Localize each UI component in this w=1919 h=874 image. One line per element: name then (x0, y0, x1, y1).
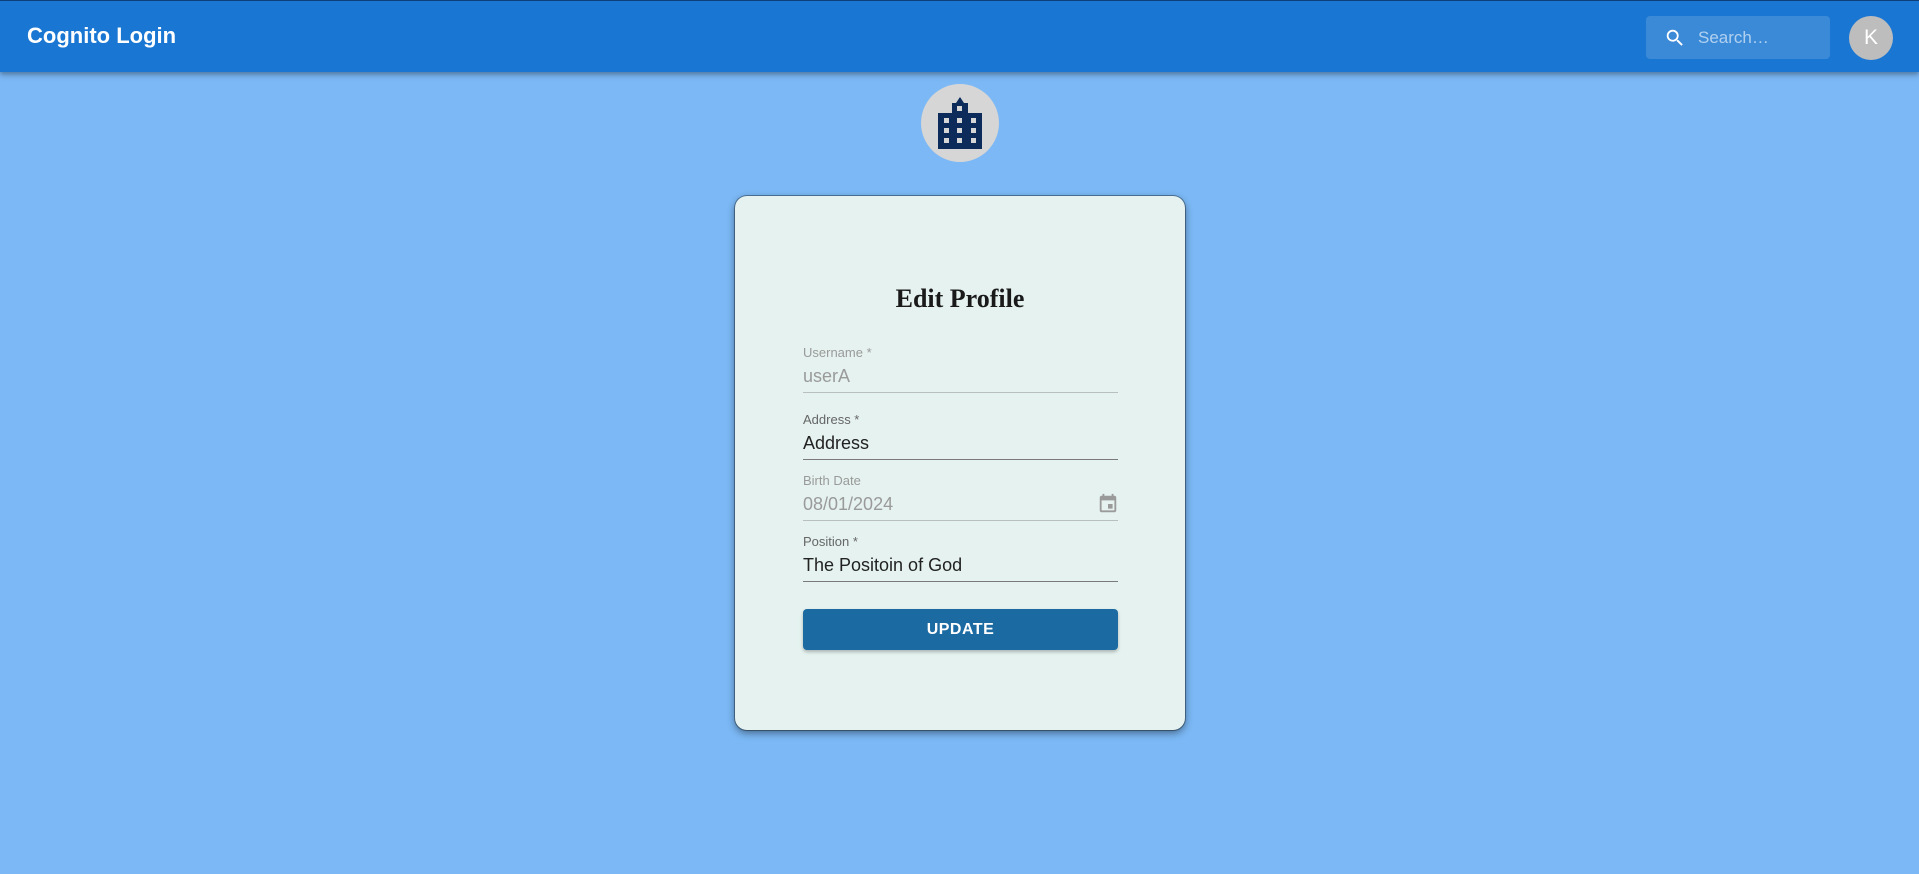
avatar[interactable]: K (1849, 16, 1893, 60)
logo-avatar (921, 84, 999, 162)
app-title: Cognito Login (27, 23, 177, 48)
search-input[interactable] (1698, 16, 1822, 59)
underline (803, 520, 1118, 521)
birth-date-input[interactable]: 08/01/2024 (803, 493, 1083, 515)
building-icon (938, 97, 982, 149)
update-button[interactable]: UPDATE (803, 609, 1118, 650)
form-title: Edit Profile (895, 284, 1025, 313)
underline (803, 581, 1118, 582)
address-label: Address * (803, 412, 860, 427)
search-icon (1666, 29, 1683, 46)
underline (803, 392, 1118, 393)
app-bar: Cognito Login K (0, 0, 1919, 72)
edit-profile-card: Edit Profile Username * userA Address * … (735, 196, 1185, 730)
calendar-icon[interactable] (1097, 493, 1119, 515)
username-label: Username * (803, 345, 872, 360)
search-box[interactable] (1646, 16, 1830, 59)
username-input[interactable]: userA (803, 365, 1083, 387)
position-input[interactable]: The Positoin of God (803, 554, 1083, 576)
position-label: Position * (803, 534, 858, 549)
birth-date-label: Birth Date (803, 473, 861, 488)
address-input[interactable]: Address (803, 432, 1083, 454)
underline (803, 459, 1118, 460)
